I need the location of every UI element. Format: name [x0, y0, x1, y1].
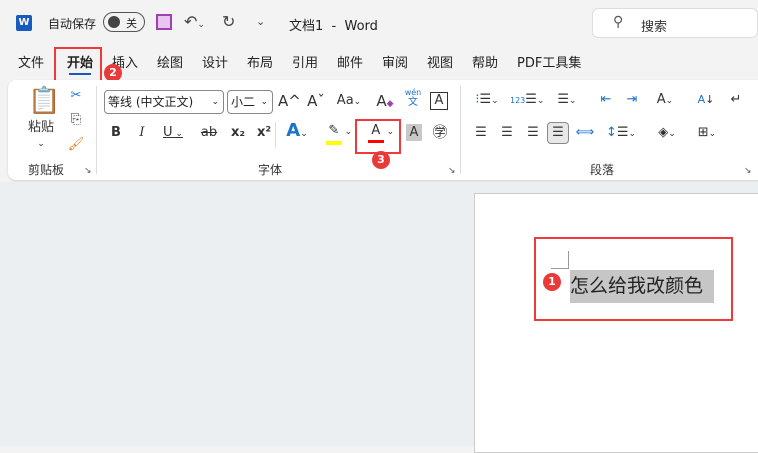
bullets-button[interactable]: ⁝☰⌄ [470, 90, 504, 112]
asian-layout-button[interactable]: A⌄ [650, 90, 680, 112]
shading-button[interactable]: ◈⌄ [650, 123, 684, 145]
word-icon: W [16, 15, 32, 31]
align-left-icon[interactable]: ☰ [472, 123, 490, 145]
tab-mailings[interactable]: 邮件 [337, 52, 363, 71]
superscript-button[interactable]: x² [254, 123, 274, 145]
text-effects-button[interactable]: A⌄ [282, 121, 312, 143]
change-case-button[interactable]: Aa⌄ [333, 91, 365, 113]
autosave-label: 自动保存 [48, 17, 97, 31]
font-launcher-icon[interactable]: ↘ [448, 166, 456, 176]
phonetic-guide-icon[interactable]: wén 文 [402, 88, 424, 110]
paragraph-group-label: 段落 [590, 163, 615, 177]
borders-button[interactable]: ⊞⌄ [690, 123, 724, 145]
annotation-box-text [534, 237, 733, 321]
strikethrough-button[interactable]: ab [198, 123, 220, 145]
tab-view[interactable]: 视图 [427, 52, 453, 71]
tab-design[interactable]: 设计 [202, 52, 228, 71]
divider [460, 86, 461, 174]
character-shading-icon[interactable]: A [406, 124, 422, 141]
character-border-icon[interactable]: A [430, 92, 448, 110]
save-icon[interactable] [156, 14, 172, 30]
annotation-badge-3: 3 [372, 151, 390, 169]
tab-references[interactable]: 引用 [292, 52, 318, 71]
italic-button[interactable]: I [134, 123, 150, 145]
copy-icon[interactable]: ⎘ [66, 110, 86, 132]
font-group-label: 字体 [258, 163, 283, 177]
highlighter-icon: ✎ [325, 121, 342, 145]
clear-formatting-icon[interactable]: A◆ [375, 91, 395, 113]
paragraph-launcher-icon[interactable]: ↘ [744, 166, 752, 176]
tab-review[interactable]: 审阅 [382, 52, 408, 71]
clipboard-launcher-icon[interactable]: ↘ [84, 166, 92, 176]
distributed-icon[interactable]: ⟺ [575, 123, 595, 145]
tab-file[interactable]: 文件 [18, 52, 44, 71]
paste-dropdown-icon[interactable]: ⌄ [34, 134, 48, 156]
cut-icon[interactable]: ✂ [66, 86, 86, 108]
tab-draw[interactable]: 绘图 [157, 52, 183, 71]
line-spacing-button[interactable]: ↕☰⌄ [604, 123, 638, 145]
annotation-box-font-color [355, 119, 401, 154]
divider [275, 122, 276, 148]
autosave-state: 关 [126, 17, 137, 30]
increase-indent-icon[interactable]: ⇥ [622, 90, 642, 112]
annotation-badge-1: 1 [543, 273, 561, 291]
justify-icon[interactable]: ☰ [547, 122, 569, 144]
shrink-font-icon[interactable]: Aˇ [305, 91, 327, 113]
show-marks-icon[interactable]: ↵ [726, 90, 746, 112]
annotation-box-home-tab [54, 47, 102, 83]
tab-pdf-tools[interactable]: PDF工具集 [517, 52, 581, 71]
document-title: 文档1 - Word [289, 19, 378, 34]
grow-font-icon[interactable]: A^ [278, 91, 301, 113]
document-page[interactable] [474, 193, 758, 453]
customize-icon[interactable]: ⌄ [256, 15, 265, 28]
subscript-button[interactable]: x₂ [228, 123, 248, 145]
format-painter-icon[interactable]: 🖌 [66, 135, 86, 157]
decrease-indent-icon[interactable]: ⇤ [596, 90, 616, 112]
redo-icon[interactable]: ↻ [222, 12, 235, 31]
bold-button[interactable]: B [108, 123, 124, 145]
search-icon: ⚲ [613, 14, 624, 30]
title-bar: W 自动保存 关 ↶⌄ ↻ ⌄ 文档1 - Word ⚲ 搜索 [0, 0, 758, 46]
highlight-color-button[interactable]: ✎ ⌄ [322, 121, 356, 145]
align-center-icon[interactable]: ☰ [498, 123, 516, 145]
underline-button[interactable]: U ⌄ [160, 123, 186, 145]
tab-help[interactable]: 帮助 [472, 52, 498, 71]
multilevel-list-button[interactable]: ☰⌄ [550, 90, 584, 112]
search-placeholder: 搜索 [641, 20, 668, 35]
undo-icon[interactable]: ↶⌄ [184, 12, 205, 31]
tab-layout[interactable]: 布局 [247, 52, 273, 71]
clipboard-group-label: 剪贴板 [28, 163, 65, 177]
search-box[interactable]: ⚲ 搜索 [592, 8, 758, 38]
sort-icon[interactable]: A↓ [696, 90, 716, 112]
enclose-characters-icon[interactable]: ㊫ [430, 122, 450, 144]
font-name-select[interactable]: 等线 (中文正文) ⌄ [104, 90, 224, 114]
numbering-button[interactable]: 123☰⌄ [510, 90, 544, 112]
paste-icon[interactable]: 📋 [28, 86, 60, 118]
autosave-toggle[interactable]: 关 [103, 12, 145, 32]
font-size-select[interactable]: 小二 ⌄ [227, 90, 273, 114]
divider [96, 86, 97, 174]
align-right-icon[interactable]: ☰ [524, 123, 542, 145]
